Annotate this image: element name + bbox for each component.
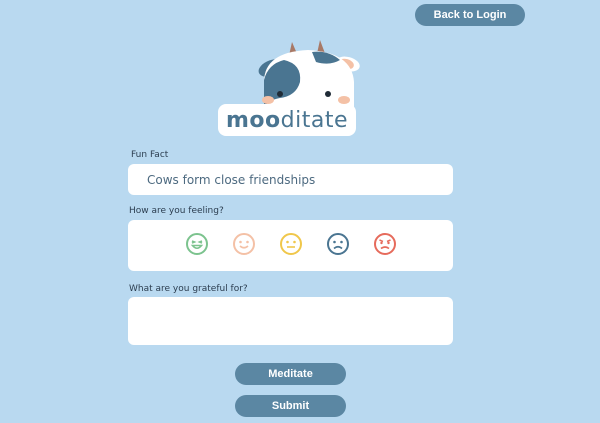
mooditate-logo: moo ditate bbox=[216, 38, 361, 138]
cow-mascot-icon bbox=[258, 40, 360, 108]
grateful-label: What are you grateful for? bbox=[129, 284, 248, 294]
smiling-face-icon[interactable] bbox=[232, 232, 256, 256]
logo-text-moo: moo bbox=[225, 107, 281, 133]
grateful-box bbox=[128, 297, 453, 345]
fun-fact-label: Fun Fact bbox=[131, 150, 169, 160]
back-to-login-button[interactable]: Back to Login bbox=[415, 4, 525, 26]
fun-fact-box: Cows form close friendships bbox=[128, 164, 453, 195]
fun-fact-text: Cows form close friendships bbox=[147, 172, 316, 187]
laughing-face-icon[interactable] bbox=[185, 232, 209, 256]
mood-selector bbox=[128, 220, 453, 271]
grateful-input[interactable] bbox=[128, 297, 453, 345]
meditate-button[interactable]: Meditate bbox=[235, 363, 346, 385]
neutral-face-icon[interactable] bbox=[279, 232, 303, 256]
sad-face-icon[interactable] bbox=[326, 232, 350, 256]
angry-face-icon[interactable] bbox=[373, 232, 397, 256]
feeling-label: How are you feeling? bbox=[129, 206, 224, 216]
submit-button[interactable]: Submit bbox=[235, 395, 346, 417]
logo-wordmark: moo ditate bbox=[218, 104, 356, 136]
logo-text-ditate: ditate bbox=[280, 107, 348, 133]
